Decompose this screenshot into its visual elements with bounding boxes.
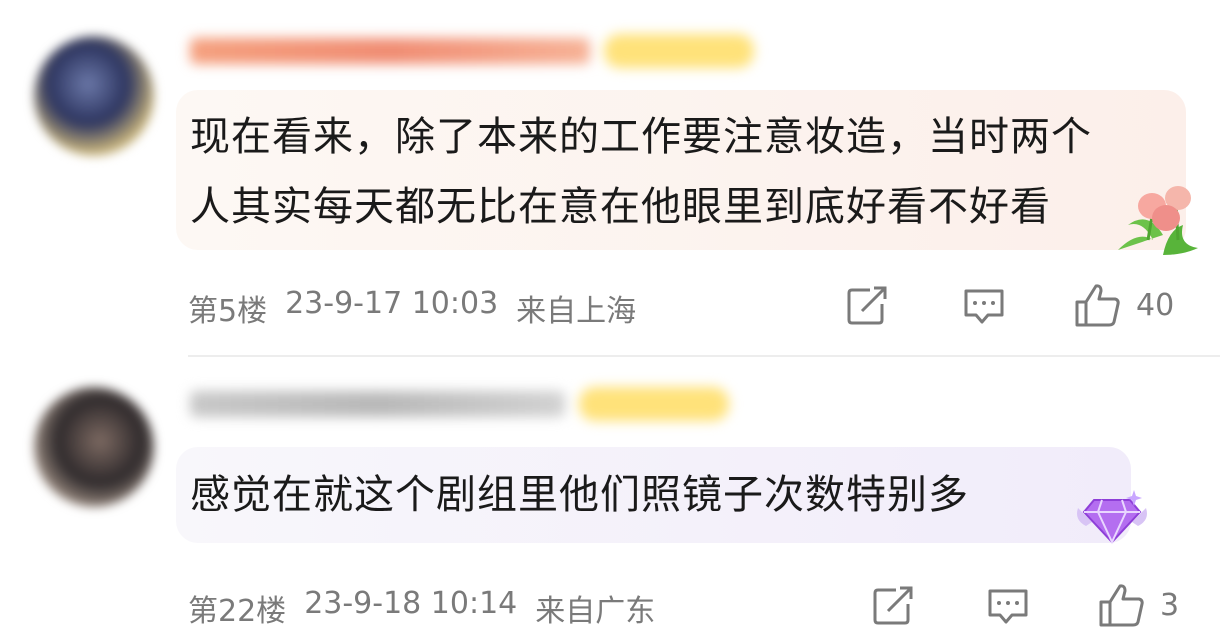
comment-datetime: 23-9-18 10:14 bbox=[304, 586, 518, 621]
comment-icon bbox=[962, 286, 1006, 326]
avatar[interactable] bbox=[34, 36, 154, 156]
tulip-flowers-icon bbox=[1118, 186, 1198, 255]
comment-bubble: 现在看来，除了本来的工作要注意妆造，当时两个 人其实每天都无比在意在他眼里到底好… bbox=[176, 90, 1186, 250]
share-button[interactable] bbox=[846, 286, 890, 326]
username-text-blurred bbox=[190, 391, 565, 417]
comment-text-line: 现在看来，除了本来的工作要注意妆造，当时两个 bbox=[190, 114, 1092, 160]
comment-item: 现在看来，除了本来的工作要注意妆造，当时两个 人其实每天都无比在意在他眼里到底好… bbox=[0, 0, 1220, 356]
reply-button[interactable] bbox=[962, 286, 1006, 326]
purple-gem-icon bbox=[1077, 490, 1147, 545]
like-button[interactable]: 3 bbox=[1098, 582, 1179, 628]
comment-text-line: 感觉在就这个剧组里他们照镜子次数特别多 bbox=[190, 472, 969, 518]
comment-datetime: 23-9-17 10:03 bbox=[285, 286, 499, 321]
thumbs-up-icon bbox=[1074, 282, 1122, 328]
comment-meta: 第22楼 23-9-18 10:14 来自广东 bbox=[188, 586, 655, 630]
thumbs-up-icon bbox=[1098, 582, 1146, 628]
user-badge-blurred bbox=[579, 387, 729, 421]
comment-location: 来自上海 bbox=[516, 294, 637, 329]
avatar[interactable] bbox=[34, 387, 154, 507]
comment-text-line: 人其实每天都无比在意在他眼里到底好看不好看 bbox=[190, 184, 1051, 230]
edit-share-icon bbox=[872, 586, 916, 626]
username-blurred[interactable] bbox=[190, 34, 754, 68]
edit-share-icon bbox=[846, 286, 890, 326]
floor-number: 第5楼 bbox=[188, 294, 268, 329]
comment-location: 来自广东 bbox=[535, 594, 656, 629]
like-button[interactable]: 40 bbox=[1074, 282, 1174, 328]
user-badge-blurred bbox=[604, 34, 754, 68]
reply-button[interactable] bbox=[986, 586, 1030, 626]
comment-item: 感觉在就这个剧组里他们照镜子次数特别多 第22楼 23-9-18 10:14 来… bbox=[0, 357, 1220, 638]
comment-icon bbox=[986, 586, 1030, 626]
like-count: 3 bbox=[1160, 587, 1180, 623]
floor-number: 第22楼 bbox=[188, 594, 287, 629]
username-text-blurred bbox=[190, 38, 590, 64]
comment-meta: 第5楼 23-9-17 10:03 来自上海 bbox=[188, 286, 636, 330]
comment-bubble: 感觉在就这个剧组里他们照镜子次数特别多 bbox=[176, 447, 1131, 543]
like-count: 40 bbox=[1136, 287, 1175, 323]
share-button[interactable] bbox=[872, 586, 916, 626]
username-blurred[interactable] bbox=[190, 387, 729, 421]
